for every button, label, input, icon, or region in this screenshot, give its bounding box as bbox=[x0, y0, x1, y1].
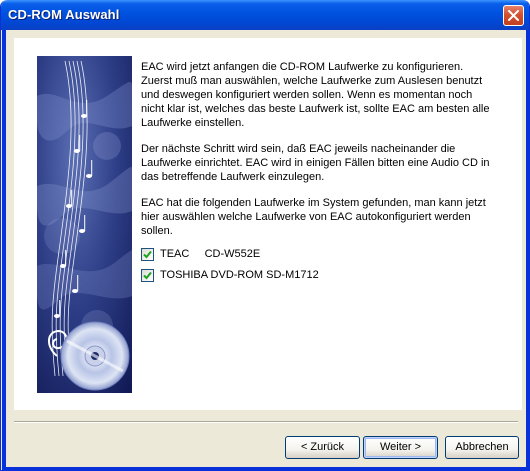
window-title: CD-ROM Auswahl bbox=[8, 7, 120, 22]
cancel-button[interactable]: Abbrechen bbox=[445, 436, 519, 459]
next-step-paragraph: Der nächste Schritt wird sein, daß EAC j… bbox=[141, 143, 490, 183]
drive-checkbox[interactable] bbox=[141, 269, 154, 282]
checkmark-icon bbox=[143, 271, 152, 280]
window-frame-bottom bbox=[2, 467, 529, 470]
window-frame-right bbox=[526, 30, 529, 470]
drives-found-paragraph: EAC hat die folgenden Laufwerke im Syste… bbox=[141, 197, 486, 237]
close-button[interactable] bbox=[503, 5, 524, 26]
dialog-content: EAC wird jetzt anfangen die CD-ROM Laufw… bbox=[6, 30, 526, 467]
wizard-banner-image bbox=[37, 56, 132, 393]
drive-label[interactable]: TOSHIBA DVD-ROM SD-M1712 bbox=[160, 269, 319, 281]
intro-paragraph: EAC wird jetzt anfangen die CD-ROM Laufw… bbox=[141, 61, 490, 129]
instructions-text: EAC wird jetzt anfangen die CD-ROM Laufw… bbox=[141, 60, 496, 250]
checkmark-icon bbox=[143, 250, 152, 259]
separator bbox=[14, 421, 518, 423]
dialog-window: CD-ROM Auswahl EAC wird jetzt anfangen d… bbox=[0, 0, 530, 471]
close-icon bbox=[508, 10, 519, 21]
title-bar[interactable]: CD-ROM Auswahl bbox=[1, 0, 529, 30]
drive-label[interactable]: TEAC CD-W552E bbox=[160, 248, 260, 260]
back-button[interactable]: < Zurück bbox=[285, 436, 360, 459]
drive-checkbox[interactable] bbox=[141, 248, 154, 261]
wizard-panel: EAC wird jetzt anfangen die CD-ROM Laufw… bbox=[14, 38, 522, 410]
next-button[interactable]: Weiter > bbox=[363, 436, 438, 459]
